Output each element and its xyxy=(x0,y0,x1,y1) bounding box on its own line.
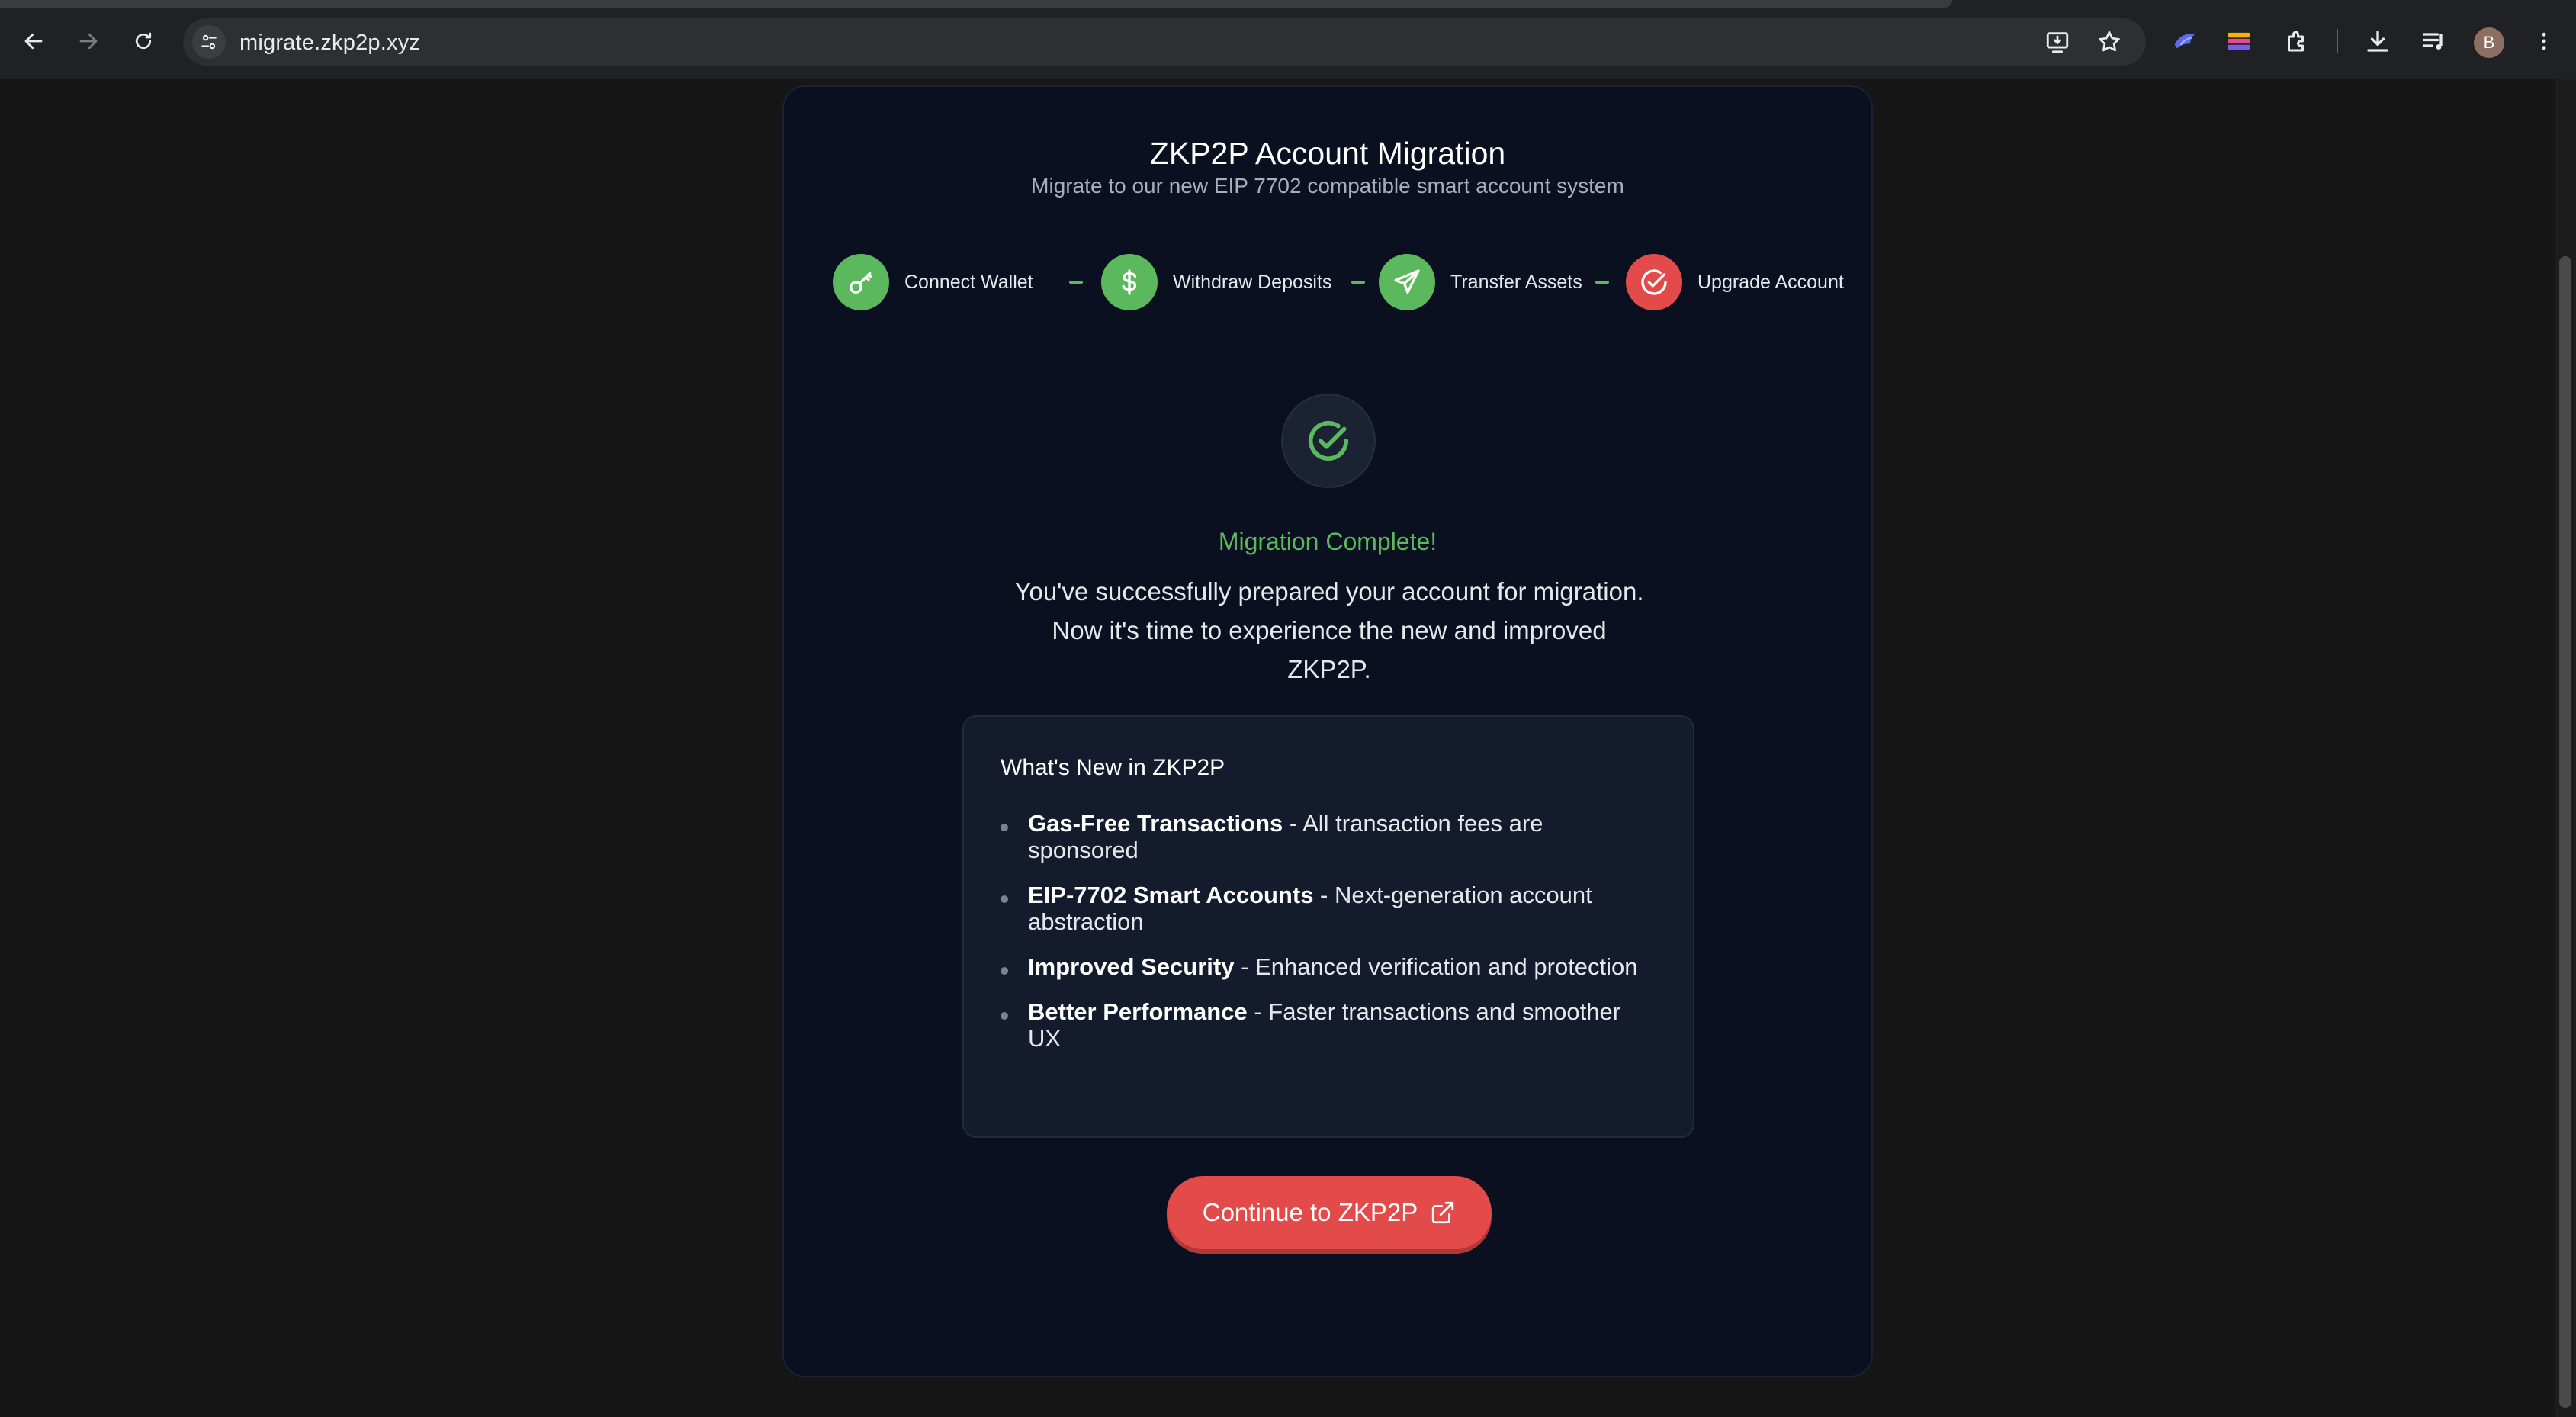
profile-avatar[interactable]: B xyxy=(2474,27,2504,58)
list-item: Improved Security - Enhanced verificatio… xyxy=(1001,953,1656,980)
feature-name: EIP-7702 Smart Accounts xyxy=(1028,882,1314,908)
step-connector xyxy=(1069,281,1083,284)
continue-button[interactable]: Continue to ZKP2P xyxy=(1167,1176,1492,1249)
step-label: Withdraw Deposits xyxy=(1173,271,1332,293)
feature-name: Improved Security xyxy=(1028,953,1235,980)
address-bar[interactable]: migrate.zkp2p.xyz xyxy=(183,18,2146,66)
extensions-puzzle-icon[interactable] xyxy=(2282,26,2312,56)
page-subtitle: Migrate to our new EIP 7702 compatible s… xyxy=(1031,174,1624,198)
migration-card: ZKP2P Account Migration Migrate to our n… xyxy=(782,85,1873,1377)
whats-new-panel: What's New in ZKP2P Gas-Free Transaction… xyxy=(962,715,1694,1138)
feature-description: - Enhanced verification and protection xyxy=(1234,953,1638,980)
reload-button[interactable] xyxy=(122,20,165,63)
list-item: Gas-Free Transactions - All transaction … xyxy=(1001,810,1656,863)
forward-arrow-icon xyxy=(79,33,98,50)
feature-name: Better Performance xyxy=(1028,998,1248,1025)
extension-wallet-icon[interactable] xyxy=(2224,26,2254,56)
list-item: EIP-7702 Smart Accounts - Next-generatio… xyxy=(1001,882,1656,935)
bookmark-star-icon[interactable] xyxy=(2096,28,2123,56)
bullet-dot xyxy=(1001,1012,1008,1020)
tab-strip xyxy=(0,0,1952,8)
step-label: Upgrade Account xyxy=(1698,271,1844,293)
continue-button-label: Continue to ZKP2P xyxy=(1202,1198,1418,1226)
feature-name: Gas-Free Transactions xyxy=(1028,810,1283,837)
page-title: ZKP2P Account Migration xyxy=(1149,136,1506,171)
step-connector xyxy=(1351,281,1365,284)
external-link-icon xyxy=(1430,1200,1456,1226)
media-queue-icon[interactable] xyxy=(2419,26,2449,56)
whats-new-list: Gas-Free Transactions - All transaction … xyxy=(1001,810,1656,1070)
success-check-icon xyxy=(1308,420,1349,461)
url-text[interactable]: migrate.zkp2p.xyz xyxy=(239,31,420,56)
back-arrow-icon xyxy=(24,33,43,50)
whats-new-title: What's New in ZKP2P xyxy=(1001,755,1225,780)
migration-stepper: Connect Wallet Withdraw Deposits Transfe… xyxy=(833,253,1844,311)
step-transfer-assets: Transfer Assets xyxy=(1379,253,1582,311)
step-label: Transfer Assets xyxy=(1450,271,1582,293)
step-withdraw-deposits: Withdraw Deposits xyxy=(1101,253,1331,311)
step-label: Connect Wallet xyxy=(904,271,1033,293)
bullet-dot xyxy=(1001,895,1008,903)
back-button[interactable] xyxy=(12,20,55,63)
check-circle-icon xyxy=(1626,254,1682,310)
bullet-dot xyxy=(1001,967,1008,975)
browser-toolbar: migrate.zkp2p.xyz B xyxy=(0,0,2576,79)
toolbar-divider xyxy=(2337,29,2338,53)
key-icon xyxy=(833,254,889,310)
success-badge xyxy=(1281,394,1376,488)
step-upgrade-account: Upgrade Account xyxy=(1626,253,1844,311)
forward-button[interactable] xyxy=(67,20,110,63)
extension-bird-icon[interactable] xyxy=(2170,26,2201,56)
step-connector xyxy=(1595,281,1609,284)
send-icon xyxy=(1379,254,1435,310)
menu-kebab-icon[interactable] xyxy=(2529,26,2559,56)
list-item: Better Performance - Faster transactions… xyxy=(1001,998,1656,1052)
bullet-dot xyxy=(1001,824,1008,831)
status-title: Migration Complete! xyxy=(1218,528,1437,555)
step-connect-wallet: Connect Wallet xyxy=(833,253,1033,311)
tune-icon xyxy=(201,34,217,50)
downloads-icon[interactable] xyxy=(2362,26,2393,56)
site-info-button[interactable] xyxy=(192,25,226,59)
dollar-icon xyxy=(1101,254,1158,310)
status-description: You've successfully prepared your accoun… xyxy=(1014,577,1644,683)
scrollbar-thumb[interactable] xyxy=(2559,256,2571,1408)
install-app-icon[interactable] xyxy=(2044,28,2071,56)
reload-icon xyxy=(135,32,152,50)
